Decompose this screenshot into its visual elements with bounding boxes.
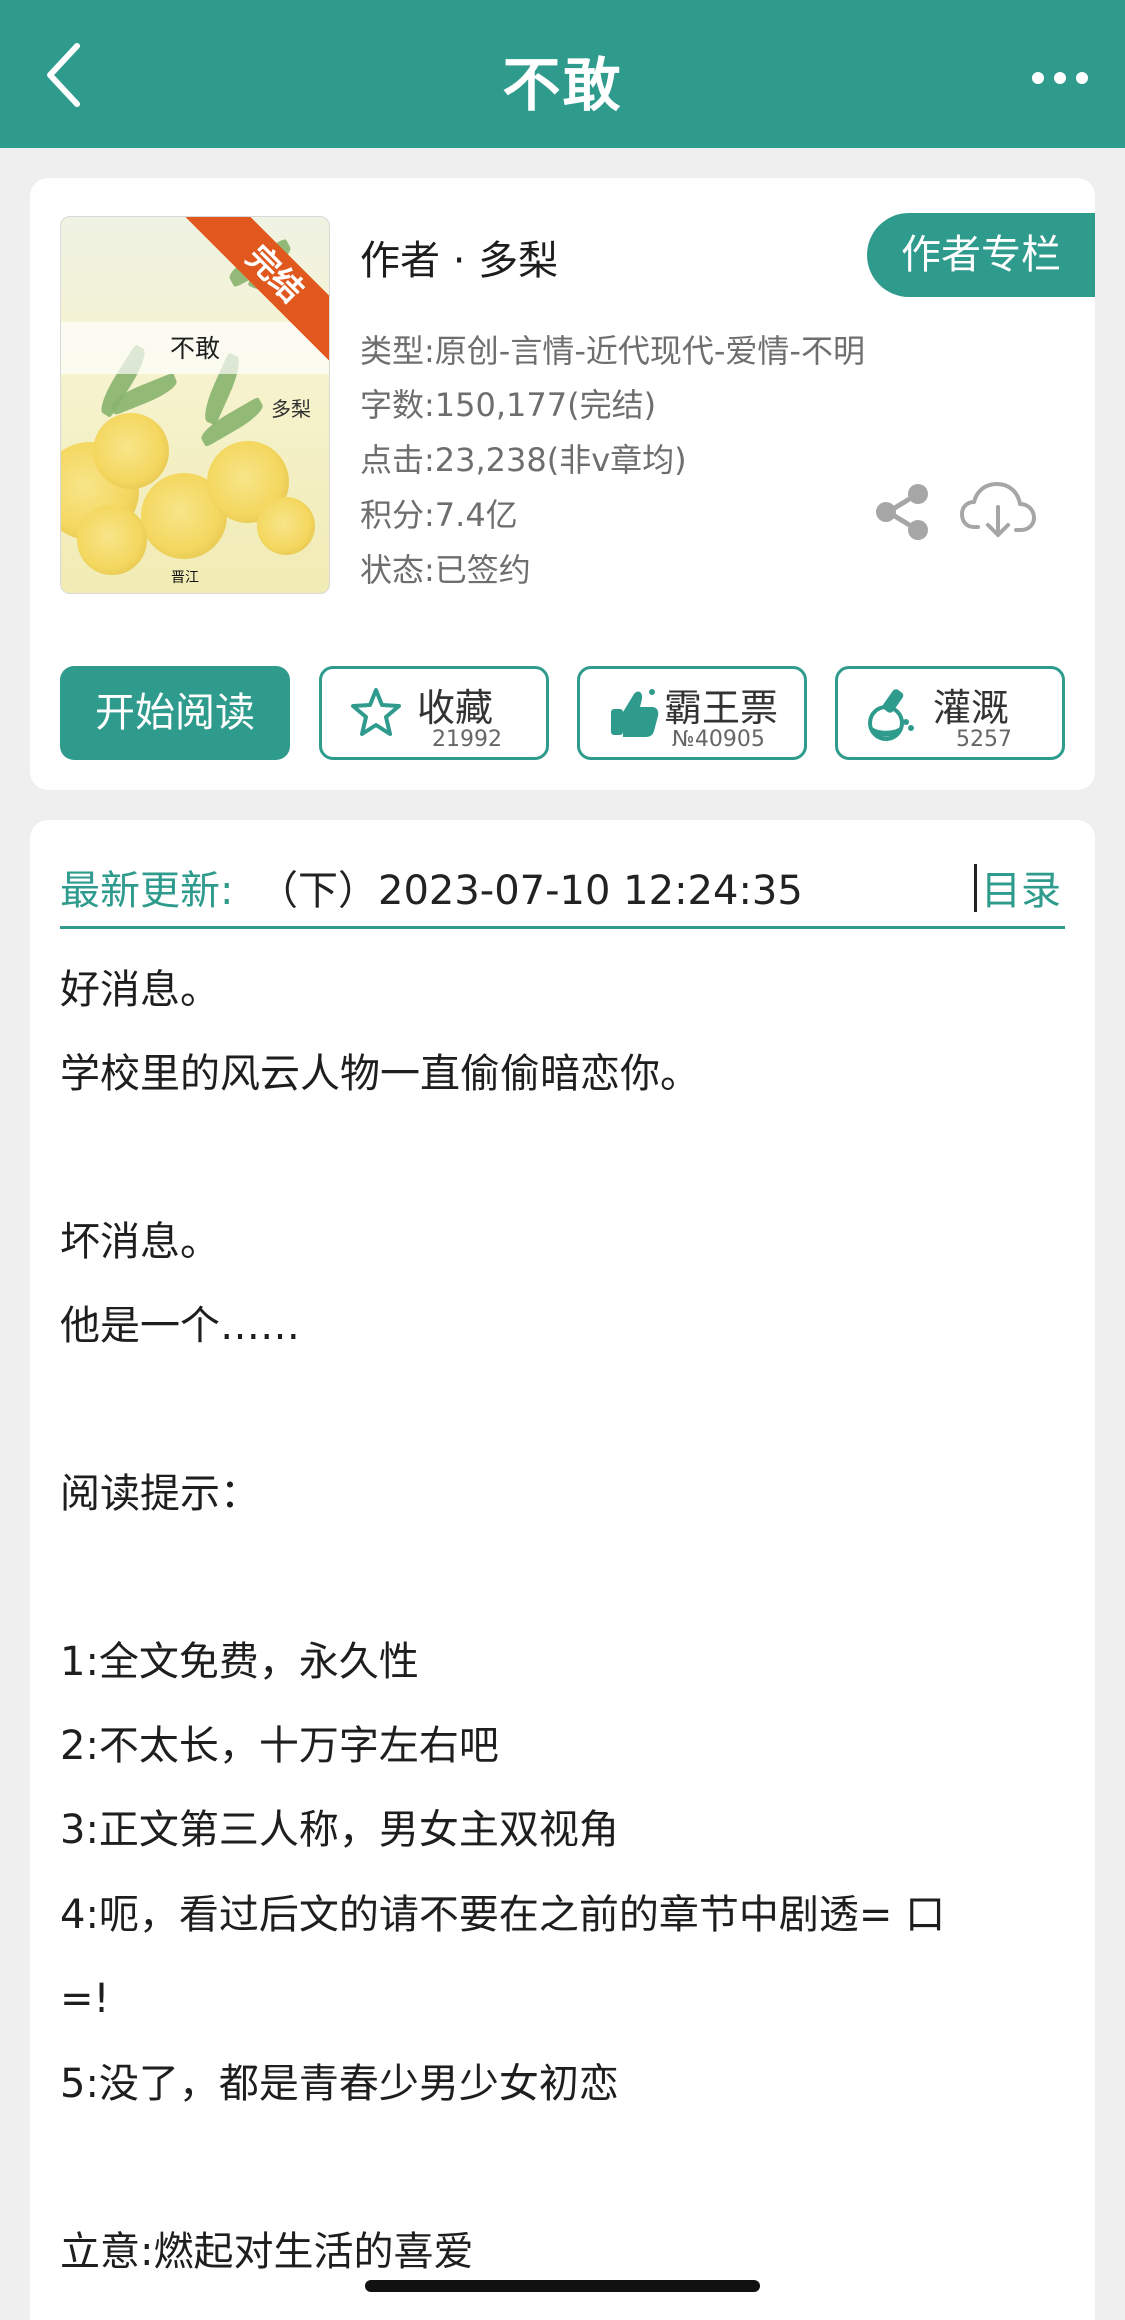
description-line: 4:呃，看过后文的请不要在之前的章节中剧透= 口 (60, 1892, 946, 1938)
publisher-logo: 晋江 (171, 570, 199, 586)
description-line: 好消息。 (60, 967, 220, 1013)
description-line: 立意:燃起对生活的喜爱 (60, 2229, 474, 2275)
score: 积分:7.4亿 (360, 496, 518, 534)
vote-count: №40905 (672, 727, 765, 752)
latest-update-label: 最新更新: (60, 868, 234, 914)
home-indicator[interactable] (365, 2280, 760, 2292)
top-navigation-bar: 不敢 (0, 0, 1125, 148)
collect-label: 收藏 (417, 686, 494, 730)
collect-button[interactable]: 收藏 21992 (319, 666, 549, 760)
word-count: 字数:150,177(完结) (360, 386, 657, 424)
description-line: 坏消息。 (60, 1219, 220, 1265)
watering-can-icon (864, 685, 920, 741)
thumb-up-icon (606, 685, 662, 741)
author-column-button[interactable]: 作者专栏 (867, 213, 1095, 297)
book-cover[interactable]: 不敢 多梨 完结 晋江 (60, 216, 330, 594)
cover-author: 多梨 (271, 397, 311, 421)
overlord-ticket-button[interactable]: 霸王票 №40905 (577, 666, 807, 760)
watering-button[interactable]: 灌溉 5257 (835, 666, 1065, 760)
author-name[interactable]: 作者 · 多梨 (360, 228, 558, 286)
watering-count: 5257 (956, 727, 1012, 752)
book-detail-card: 最新更新: （下）2023-07-10 12:24:35 第65 目录 好消息。… (30, 820, 1095, 2320)
page-title: 不敢 (502, 51, 623, 119)
vote-label: 霸王票 (664, 686, 779, 730)
cover-flower-decoration (93, 413, 169, 489)
cover-flower-decoration (77, 505, 147, 575)
description-line: 学校里的风云人物一直偷偷暗恋你。 (60, 1051, 700, 1097)
description-line: 1:全文免费，永久性 (60, 1639, 419, 1685)
star-icon (348, 685, 404, 741)
description-line: 阅读提示： (60, 1471, 260, 1517)
click-count: 点击:23,238(非v章均) (360, 441, 687, 479)
description-line: 3:正文第三人称，男女主双视角 (60, 1807, 619, 1853)
book-type: 类型:原创-言情-近代现代-爱情-不明 (360, 332, 865, 370)
share-icon[interactable] (870, 480, 934, 544)
watering-label: 灌溉 (933, 686, 1010, 730)
start-reading-button[interactable]: 开始阅读 (60, 666, 290, 760)
cover-flower-decoration (257, 497, 315, 555)
collect-count: 21992 (432, 727, 502, 752)
table-of-contents-link[interactable]: 目录 (981, 858, 1061, 916)
book-info-card: 不敢 多梨 完结 晋江 作者 · 多梨 作者专栏 类型:原创-言情-近代现代-爱… (30, 178, 1095, 790)
cover-title: 不敢 (169, 334, 220, 363)
more-icon[interactable] (1030, 70, 1090, 86)
update-divider (974, 864, 977, 912)
latest-update-text: （下）2023-07-10 12:24:35 第65 (258, 868, 803, 914)
download-icon[interactable] (960, 480, 1036, 544)
description-line: =! (60, 1976, 110, 2022)
description-line: 2:不太长，十万字左右吧 (60, 1723, 499, 1769)
description-line: 他是一个…… (60, 1303, 300, 1349)
latest-update-row[interactable]: 最新更新: （下）2023-07-10 12:24:35 第65 目录 (60, 854, 1065, 929)
signing-status: 状态:已签约 (360, 551, 531, 589)
description-line: 5:没了，都是青春少男少女初恋 (60, 2061, 619, 2107)
